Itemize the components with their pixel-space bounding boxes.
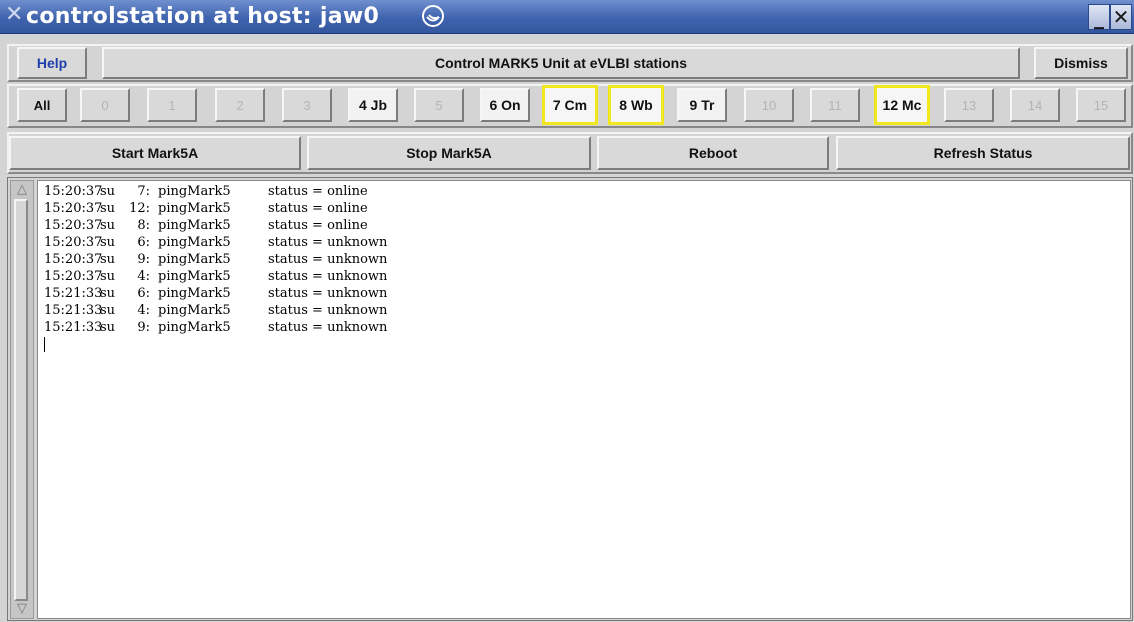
log-time: 15:20:37 [44,184,103,199]
minimize-button[interactable]: _ [1088,4,1110,30]
log-time: 15:21:33 [44,303,103,318]
start-mark5a-button[interactable]: Start Mark5A [9,136,301,170]
unit-button-7[interactable]: 7 Cm [542,85,598,125]
log-line: 15:20:37su 8: pingMark5 status = online [44,217,1130,234]
scroll-up-arrow-icon[interactable]: △ [12,182,32,198]
log-status: status = online [268,184,368,199]
scroll-thumb[interactable] [14,199,28,601]
log-user: su [100,184,116,199]
text-cursor [44,337,45,352]
log-user: su [100,201,116,216]
log-unit: 7: [137,184,150,199]
log-time: 15:20:37 [44,218,103,233]
log-status: status = unknown [268,235,388,250]
unit-button-5[interactable]: 5 [414,88,464,122]
log-time: 15:21:33 [44,320,103,335]
log-time: 15:20:37 [44,252,103,267]
log-line: 15:20:37su 7: pingMark5 status = online [44,183,1130,200]
app-x-icon: ✕ [5,2,24,27]
unit-button-11[interactable]: 11 [810,88,860,122]
unit-button-0[interactable]: 0 [80,88,130,122]
help-label: Help [36,55,68,71]
log-unit: 9: [137,320,150,335]
help-button[interactable]: Help [17,47,87,79]
unit-button-12[interactable]: 12 Mc [874,85,930,125]
window-menu-icon[interactable] [421,4,445,28]
log-line: 15:20:37su 9: pingMark5 status = unknown [44,251,1130,268]
log-unit: 8: [137,218,150,233]
log-user: su [100,269,116,284]
reboot-button[interactable]: Reboot [597,136,829,170]
unit-button-4[interactable]: 4 Jb [348,88,398,122]
log-status: status = unknown [268,320,388,335]
log-command: pingMark5 [158,235,231,250]
log-command: pingMark5 [158,252,231,267]
log-line: 15:21:33su 6: pingMark5 status = unknown [44,285,1130,302]
refresh-status-button[interactable]: Refresh Status [836,136,1130,170]
log-command: pingMark5 [158,269,231,284]
unit-all-button[interactable]: All [17,88,67,122]
window-title: controlstation at host: jaw0 [26,4,380,29]
unit-button-14[interactable]: 14 [1010,88,1060,122]
stop-mark5a-button[interactable]: Stop Mark5A [307,136,591,170]
window-titlebar[interactable]: ✕ controlstation at host: jaw0 _ ✕ [0,0,1134,34]
log-line: 15:20:37su 12: pingMark5 status = online [44,200,1130,217]
page-heading: Control MARK5 Unit at eVLBI stations [102,47,1020,79]
log-line: 15:21:33su 4: pingMark5 status = unknown [44,302,1130,319]
unit-button-2[interactable]: 2 [215,88,265,122]
log-line: 15:20:37su 4: pingMark5 status = unknown [44,268,1130,285]
log-user: su [100,320,116,335]
log-command: pingMark5 [158,320,231,335]
log-time: 15:21:33 [44,286,103,301]
log-user: su [100,286,116,301]
log-user: su [100,252,116,267]
log-status: status = unknown [268,286,388,301]
unit-button-6[interactable]: 6 On [480,88,530,122]
log-user: su [100,303,116,318]
log-time: 15:20:37 [44,235,103,250]
unit-button-10[interactable]: 10 [744,88,794,122]
log-user: su [100,218,116,233]
log-status: status = online [268,201,368,216]
unit-button-15[interactable]: 15 [1076,88,1126,122]
log-unit: 4: [137,303,150,318]
log-status: status = unknown [268,252,388,267]
log-unit: 4: [137,269,150,284]
log-unit: 9: [137,252,150,267]
log-unit: 6: [137,235,150,250]
log-line: 15:20:37su 6: pingMark5 status = unknown [44,234,1130,251]
log-time: 15:20:37 [44,201,103,216]
log-command: pingMark5 [158,184,231,199]
log-command: pingMark5 [158,201,231,216]
log-time: 15:20:37 [44,269,103,284]
unit-button-8[interactable]: 8 Wb [608,85,664,125]
scroll-down-arrow-icon[interactable]: ▽ [12,601,32,617]
log-scrollbar[interactable]: △ ▽ [10,180,34,619]
dismiss-button[interactable]: Dismiss [1034,47,1128,79]
close-button[interactable]: ✕ [1110,4,1132,30]
log-status: status = unknown [268,303,388,318]
log-line: 15:21:33su 9: pingMark5 status = unknown [44,319,1130,336]
unit-button-9[interactable]: 9 Tr [677,88,727,122]
log-unit: 6: [137,286,150,301]
log-status: status = online [268,218,368,233]
unit-button-1[interactable]: 1 [147,88,197,122]
log-status: status = unknown [268,269,388,284]
log-user: su [100,235,116,250]
log-command: pingMark5 [158,303,231,318]
unit-button-13[interactable]: 13 [944,88,994,122]
log-command: pingMark5 [158,218,231,233]
unit-button-3[interactable]: 3 [282,88,332,122]
log-unit: 12: [129,201,150,216]
log-command: pingMark5 [158,286,231,301]
log-textarea[interactable]: 15:20:37su 7: pingMark5 status = online 15:2… [37,180,1131,619]
